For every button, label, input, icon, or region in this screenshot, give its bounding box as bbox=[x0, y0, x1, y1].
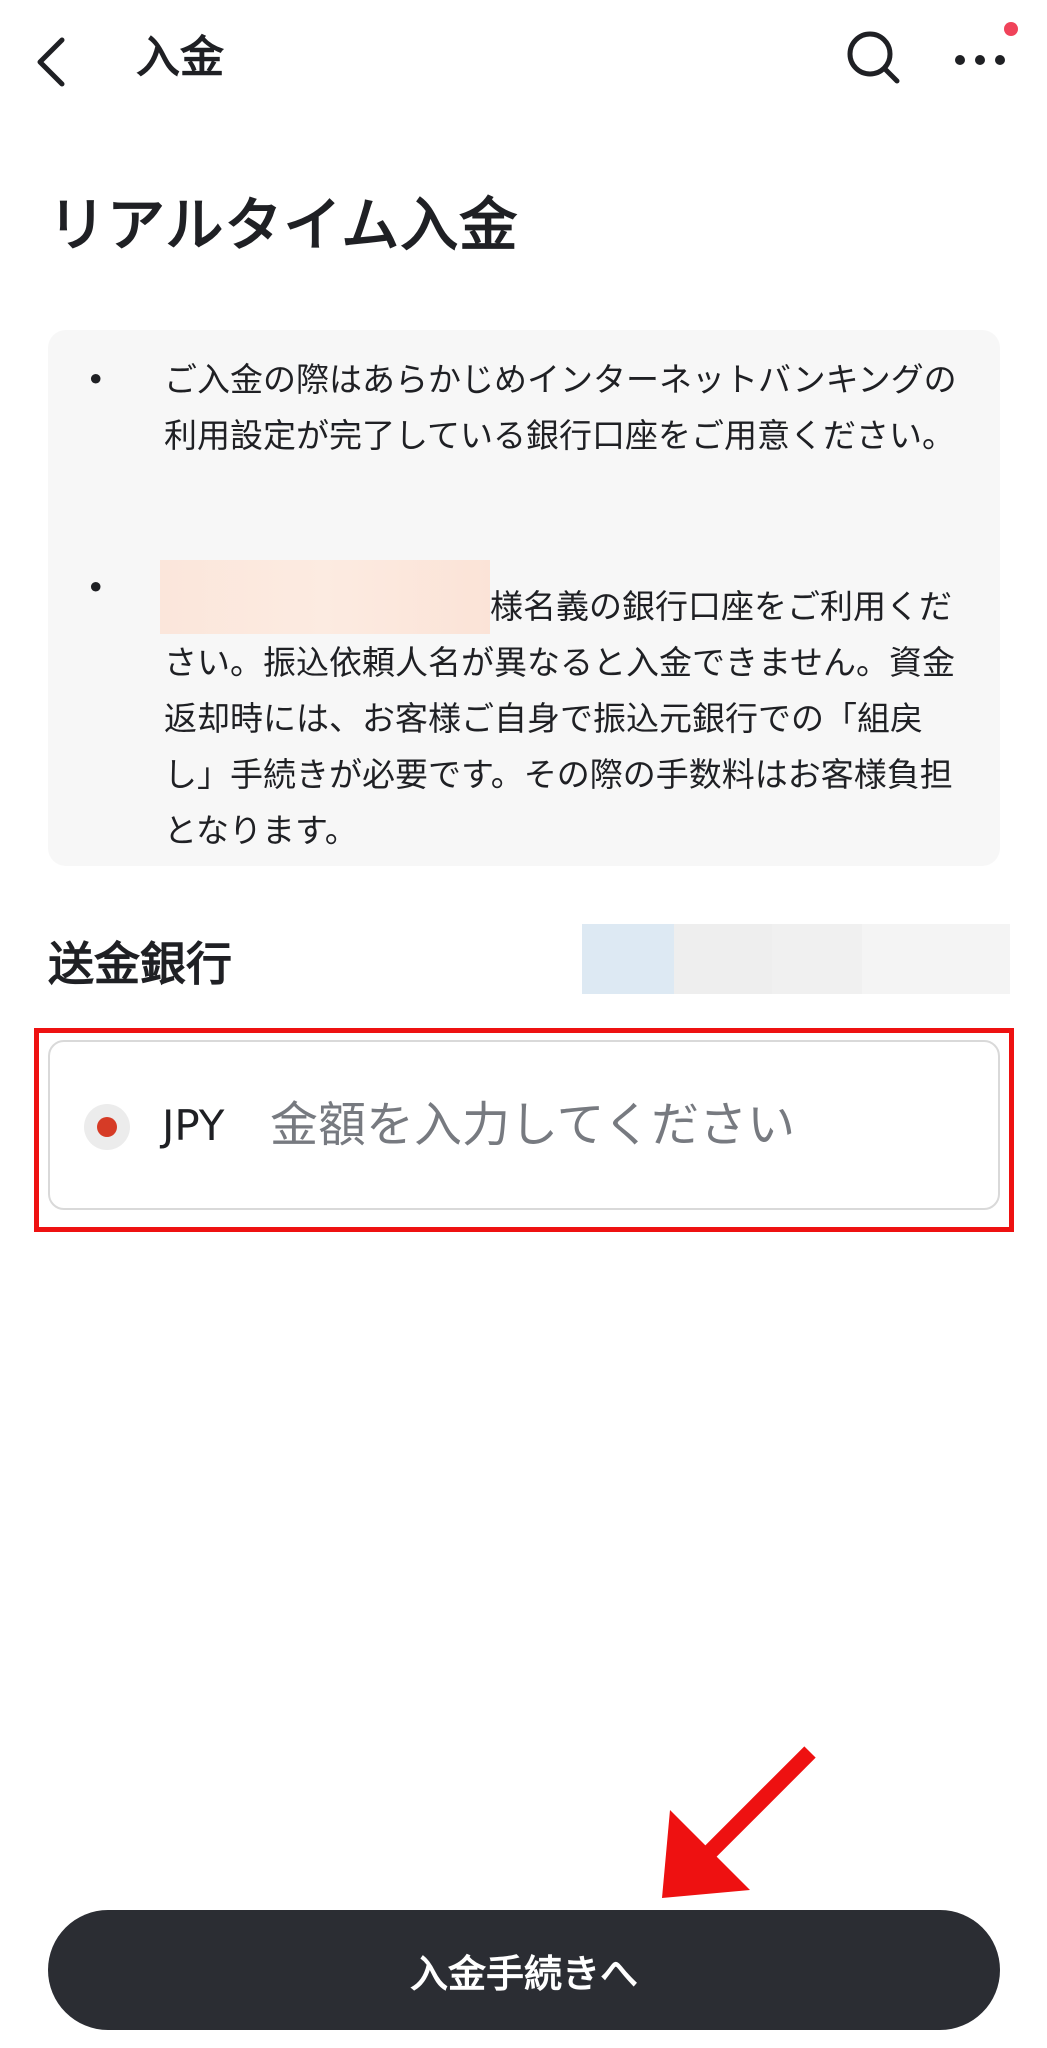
notice-item: • 様名義の銀行口座をご利用ください。振込依頼人名が異なると入金できません。資金… bbox=[86, 560, 966, 850]
red-arrow-icon bbox=[662, 1746, 816, 1898]
more-horizontal-icon bbox=[955, 55, 1005, 65]
bank-selector-redacted[interactable] bbox=[582, 924, 1010, 994]
redacted-name bbox=[160, 560, 490, 634]
amount-field[interactable]: JPY bbox=[48, 1040, 1000, 1210]
notice-item: • ご入金の際はあらかじめインターネットバンキングの利用設定が完了している銀行口… bbox=[86, 352, 966, 522]
proceed-deposit-button[interactable]: 入金手続きへ bbox=[48, 1910, 1000, 2030]
deposit-page: 入金 リアルタイム入金 • ご入金の際はあらかじめインターネットバンキングの利用… bbox=[0, 0, 1047, 2048]
bullet-icon: • bbox=[86, 568, 106, 607]
bullet-icon: • bbox=[86, 360, 106, 399]
chevron-left-icon bbox=[37, 37, 65, 87]
search-button[interactable] bbox=[842, 26, 906, 90]
app-header: 入金 bbox=[0, 0, 1047, 120]
jpy-flag-icon bbox=[84, 1104, 130, 1150]
currency-code: JPY bbox=[162, 1101, 225, 1150]
section-label: 送金銀行 bbox=[48, 937, 232, 991]
back-button[interactable] bbox=[24, 28, 84, 92]
header-title: 入金 bbox=[136, 32, 224, 83]
notice-item-text: ご入金の際はあらかじめインターネットバンキングの利用設定が完了している銀行口座を… bbox=[164, 360, 957, 455]
amount-input[interactable] bbox=[270, 1092, 970, 1158]
more-button[interactable] bbox=[950, 30, 1014, 90]
notice-item-body: 様名義の銀行口座をご利用ください。振込依頼人名が異なると入金できません。資金返却… bbox=[160, 560, 964, 859]
page-title: リアルタイム入金 bbox=[48, 191, 519, 259]
search-icon bbox=[847, 31, 900, 84]
notification-dot bbox=[1004, 22, 1018, 36]
notice-box: • ご入金の際はあらかじめインターネットバンキングの利用設定が完了している銀行口… bbox=[48, 330, 1000, 866]
